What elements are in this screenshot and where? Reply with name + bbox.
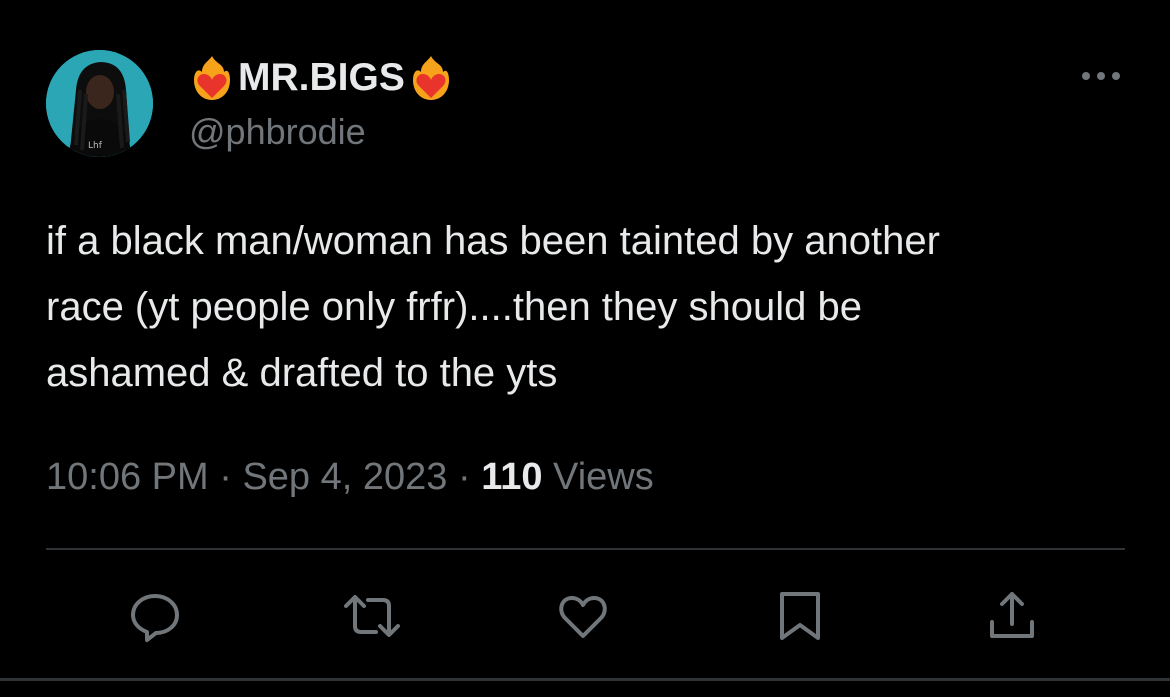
meta-separator: · xyxy=(208,456,243,498)
views-count: 110 xyxy=(481,456,543,498)
svg-text:Lhf: Lhf xyxy=(88,141,103,151)
tweet-time[interactable]: 10:06 PM xyxy=(46,456,209,498)
heart-on-fire-icon xyxy=(409,54,453,102)
like-button[interactable] xyxy=(555,588,611,644)
tweet-meta: 10:06 PM · Sep 4, 2023 · 110 Views xyxy=(46,450,654,504)
more-options-icon[interactable] xyxy=(1080,64,1122,88)
avatar[interactable]: Lhf xyxy=(46,50,153,157)
display-name: MR.BIGS xyxy=(238,56,405,99)
divider xyxy=(46,548,1125,550)
meta-separator: · xyxy=(447,456,482,498)
share-button[interactable] xyxy=(984,588,1040,644)
tweet-text: if a black man/woman has been tainted by… xyxy=(46,219,940,395)
share-icon xyxy=(990,592,1034,638)
avatar-image: Lhf xyxy=(46,50,153,157)
divider xyxy=(0,678,1170,681)
views-label: Views xyxy=(542,456,654,498)
retweet-button[interactable] xyxy=(342,588,400,644)
bookmark-icon xyxy=(780,592,820,640)
reply-button[interactable] xyxy=(127,588,183,644)
tweet: Lhf MR.BIGS @phbrodie if a black man/wom… xyxy=(0,0,1170,697)
author-handle[interactable]: @phbrodie xyxy=(189,110,366,154)
bookmark-button[interactable] xyxy=(772,588,828,644)
retweet-icon xyxy=(344,595,400,637)
author-name-row[interactable]: MR.BIGS xyxy=(190,52,453,104)
heart-icon xyxy=(559,596,607,638)
heart-on-fire-icon xyxy=(190,54,234,102)
reply-icon xyxy=(131,594,179,642)
tweet-date[interactable]: Sep 4, 2023 xyxy=(242,456,447,498)
